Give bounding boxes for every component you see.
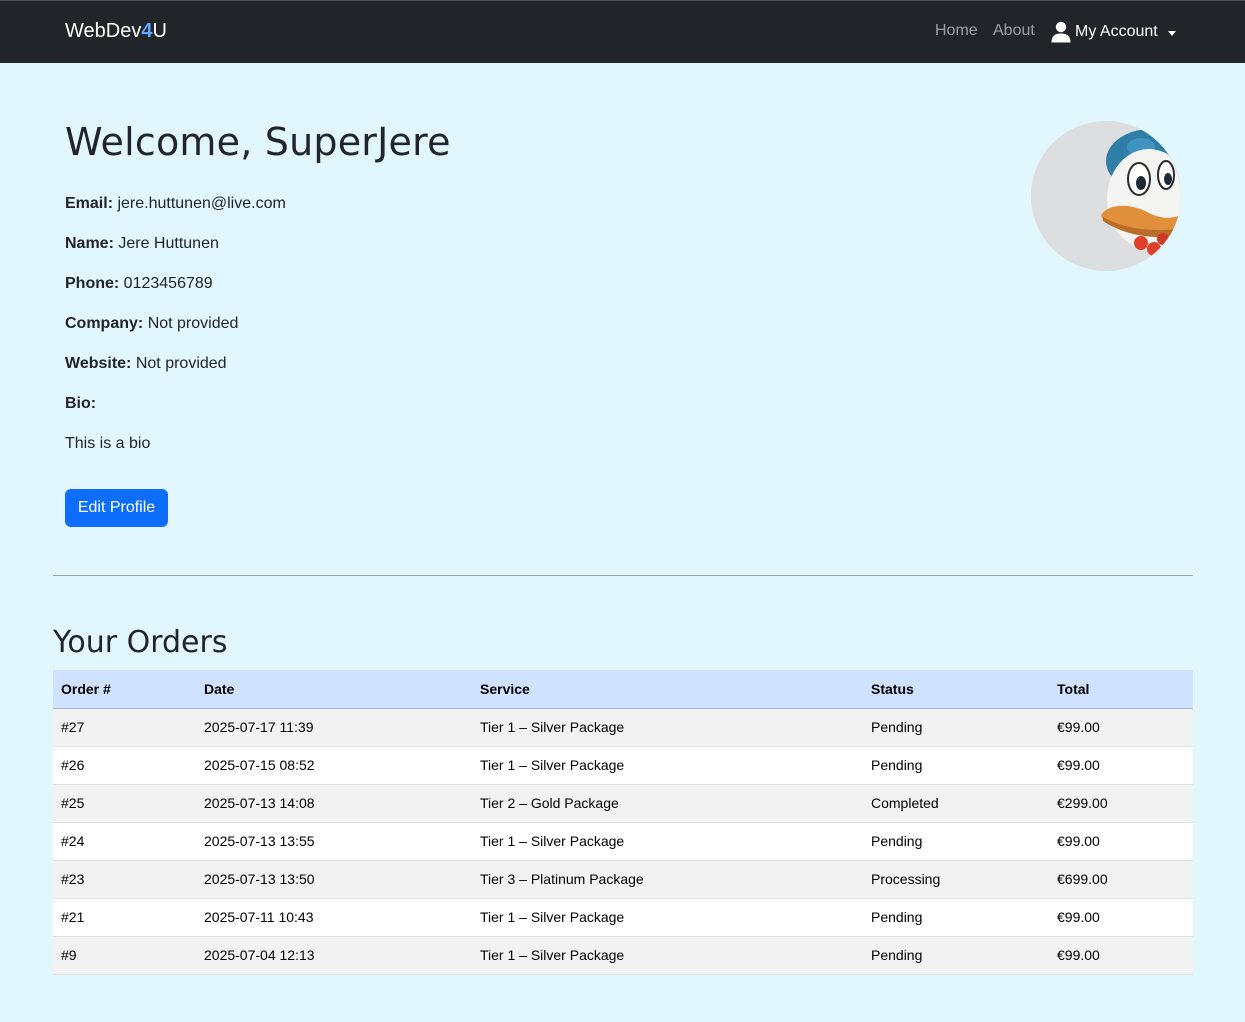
bio-label: Bio: <box>65 395 97 412</box>
order-total-cell: €99.00 <box>1049 708 1193 747</box>
my-account-label: My Account <box>1075 23 1158 40</box>
order-service-cell: Tier 2 – Gold Package <box>472 784 863 823</box>
order-status-cell: Pending <box>863 708 1049 747</box>
my-account-dropdown[interactable]: My Account <box>1051 21 1176 43</box>
order-total-cell: €99.00 <box>1049 898 1193 937</box>
name-value: Jere Huttunen <box>118 235 219 252</box>
nav-about-link[interactable]: About <box>993 22 1035 40</box>
column-header-date: Date <box>196 670 472 709</box>
edit-profile-button[interactable]: Edit Profile <box>65 489 168 527</box>
order-total-cell: €99.00 <box>1049 746 1193 785</box>
table-row: #26 2025-07-15 08:52 Tier 1 – Silver Pac… <box>53 746 1193 785</box>
order-number-cell: #23 <box>53 860 196 899</box>
name-label: Name: <box>65 235 114 252</box>
order-number-cell: #21 <box>53 898 196 937</box>
user-icon <box>1051 21 1071 43</box>
orders-table: Order # Date Service Status Total #27 20… <box>53 670 1193 975</box>
profile-company: Company: Not provided <box>65 315 238 333</box>
phone-value: 0123456789 <box>123 275 213 292</box>
order-date-cell: 2025-07-17 11:39 <box>196 708 472 747</box>
phone-label: Phone: <box>65 275 120 292</box>
order-total-cell: €699.00 <box>1049 860 1193 899</box>
order-number-cell: #24 <box>53 822 196 861</box>
order-total-cell: €99.00 <box>1049 936 1193 975</box>
profile-name: Name: Jere Huttunen <box>65 235 219 253</box>
order-status-cell: Pending <box>863 746 1049 785</box>
order-number-cell: #25 <box>53 784 196 823</box>
profile-website: Website: Not provided <box>65 355 227 373</box>
column-header-service: Service <box>472 670 863 709</box>
order-service-cell: Tier 3 – Platinum Package <box>472 860 863 899</box>
table-row: #9 2025-07-04 12:13 Tier 1 – Silver Pack… <box>53 936 1193 975</box>
avatar-image <box>1031 121 1181 271</box>
order-service-cell: Tier 1 – Silver Package <box>472 708 863 747</box>
order-date-cell: 2025-07-13 13:50 <box>196 860 472 899</box>
table-row: #23 2025-07-13 13:50 Tier 3 – Platinum P… <box>53 860 1193 899</box>
table-row: #25 2025-07-13 14:08 Tier 2 – Gold Packa… <box>53 784 1193 823</box>
order-date-cell: 2025-07-11 10:43 <box>196 898 472 937</box>
order-status-cell: Pending <box>863 822 1049 861</box>
chevron-down-icon <box>1167 30 1176 36</box>
top-navbar: WebDev4U Home About My Account <box>0 0 1245 63</box>
order-total-cell: €299.00 <box>1049 784 1193 823</box>
column-header-status: Status <box>863 670 1049 709</box>
order-status-cell: Pending <box>863 898 1049 937</box>
profile-phone: Phone: 0123456789 <box>65 275 213 293</box>
order-date-cell: 2025-07-13 13:55 <box>196 822 472 861</box>
website-label: Website: <box>65 355 132 372</box>
nav-home-link[interactable]: Home <box>935 22 978 40</box>
order-service-cell: Tier 1 – Silver Package <box>472 898 863 937</box>
order-number-cell: #27 <box>53 708 196 747</box>
website-value: Not provided <box>135 355 227 372</box>
avatar <box>1031 121 1181 271</box>
section-divider <box>53 575 1193 576</box>
order-status-cell: Completed <box>863 784 1049 823</box>
order-date-cell: 2025-07-04 12:13 <box>196 936 472 975</box>
profile-bio: Bio: <box>65 395 96 413</box>
welcome-heading: Welcome, SuperJere <box>65 120 451 164</box>
brand-accent: 4 <box>141 20 153 42</box>
order-number-cell: #26 <box>53 746 196 785</box>
brand-prefix: WebDev <box>65 20 142 42</box>
table-row: #21 2025-07-11 10:43 Tier 1 – Silver Pac… <box>53 898 1193 937</box>
table-header-row: Order # Date Service Status Total <box>53 670 1193 709</box>
order-status-cell: Processing <box>863 860 1049 899</box>
column-header-order: Order # <box>53 670 196 709</box>
bio-text: This is a bio <box>65 435 151 452</box>
order-service-cell: Tier 1 – Silver Package <box>472 746 863 785</box>
orders-heading: Your Orders <box>53 625 228 660</box>
profile-email: Email: jere.huttunen@live.com <box>65 195 286 213</box>
order-date-cell: 2025-07-15 08:52 <box>196 746 472 785</box>
order-status-cell: Pending <box>863 936 1049 975</box>
order-date-cell: 2025-07-13 14:08 <box>196 784 472 823</box>
order-service-cell: Tier 1 – Silver Package <box>472 822 863 861</box>
column-header-total: Total <box>1049 670 1193 709</box>
email-label: Email: <box>65 195 114 212</box>
table-row: #27 2025-07-17 11:39 Tier 1 – Silver Pac… <box>53 708 1193 747</box>
company-value: Not provided <box>147 315 239 332</box>
order-number-cell: #9 <box>53 936 196 975</box>
brand-logo[interactable]: WebDev4U <box>65 20 167 43</box>
brand-suffix: U <box>152 20 167 42</box>
table-row: #24 2025-07-13 13:55 Tier 1 – Silver Pac… <box>53 822 1193 861</box>
order-total-cell: €99.00 <box>1049 822 1193 861</box>
order-service-cell: Tier 1 – Silver Package <box>472 936 863 975</box>
email-value: jere.huttunen@live.com <box>117 195 286 212</box>
company-label: Company: <box>65 315 144 332</box>
